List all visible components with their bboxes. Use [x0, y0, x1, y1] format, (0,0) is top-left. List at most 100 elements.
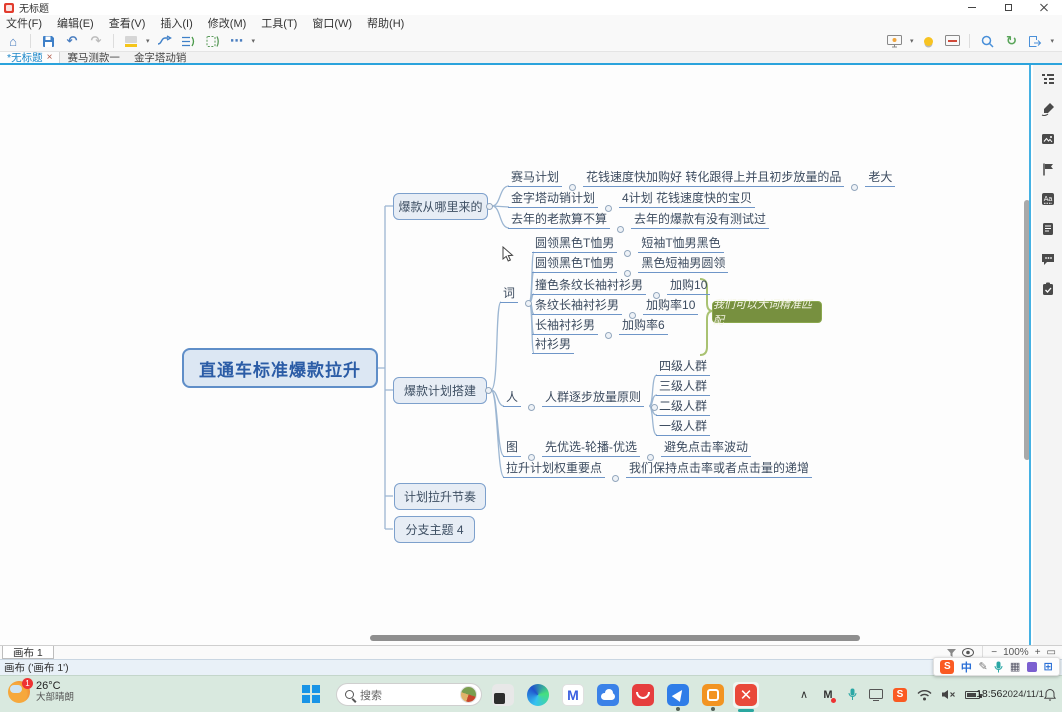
tab-jinzita[interactable]: 金字塔动销 [127, 52, 194, 63]
tray-wifi-icon[interactable] [912, 689, 936, 701]
collapse-dot[interactable] [569, 184, 576, 191]
mind-node[interactable]: 圆领黑色T恤男 [532, 236, 617, 253]
mind-node[interactable]: 去年的爆款有没有测试过 [631, 212, 769, 229]
relationship-icon[interactable] [156, 32, 174, 50]
menu-window[interactable]: 窗口(W) [312, 15, 352, 31]
highlighter-icon[interactable] [122, 32, 140, 50]
collapse-dot[interactable] [528, 404, 535, 411]
highlighter-dropdown-icon[interactable]: ▾ [146, 37, 150, 45]
handwriting-icon[interactable]: ✎ [978, 660, 987, 673]
canvas-tab[interactable]: 画布 1 [2, 646, 54, 659]
collapse-dot[interactable] [485, 387, 492, 394]
tray-ime-m-icon[interactable]: M [816, 689, 840, 701]
tray-screencast-icon[interactable] [864, 689, 888, 701]
export-dropdown-icon[interactable]: ▾ [1050, 37, 1054, 45]
taskbar-app-cloud-drive[interactable] [595, 682, 621, 708]
tray-microphone-icon[interactable] [840, 688, 864, 701]
boundary-icon[interactable] [204, 32, 222, 50]
mind-node[interactable]: 去年的老款算不算 [508, 212, 610, 229]
tray-sogou-icon[interactable]: S [888, 688, 912, 702]
mind-node[interactable]: 4计划 花钱速度快的宝贝 [619, 191, 755, 208]
collapse-dot[interactable] [525, 300, 532, 307]
summary-icon[interactable] [180, 32, 198, 50]
mind-node[interactable]: 撞色条纹长袖衬衫男 [532, 278, 646, 295]
mind-node[interactable]: 避免点击率波动 [661, 440, 751, 457]
taskbar-app-edge[interactable] [525, 682, 551, 708]
export-icon[interactable] [1026, 32, 1044, 50]
mind-node[interactable]: 衬衫男 [532, 337, 574, 354]
taskbar-app-music[interactable] [630, 682, 656, 708]
sogou-logo-icon[interactable]: S [940, 660, 954, 674]
image-icon[interactable] [1040, 131, 1056, 147]
taskbar-search[interactable]: 搜索 [336, 683, 482, 706]
presentation-icon[interactable] [886, 32, 904, 50]
mind-node[interactable]: 加购10 [667, 278, 710, 295]
redo-icon[interactable]: ↷ [87, 32, 105, 50]
menu-edit[interactable]: 编辑(E) [57, 15, 94, 31]
home-icon[interactable]: ⌂ [4, 32, 22, 50]
weather-widget[interactable]: 1 26°C 大部晴朗 [8, 680, 74, 704]
branch-topic-4[interactable]: 分支主题 4 [394, 516, 475, 543]
tab-saima[interactable]: 赛马测款一 [60, 52, 127, 63]
taskbar-clock[interactable]: 18:56 2024/11/1 [984, 688, 1036, 701]
minimize-button[interactable] [954, 0, 990, 15]
tray-chevron-icon[interactable]: ∧ [792, 688, 816, 701]
tab-close-icon[interactable]: × [47, 52, 53, 63]
mind-node[interactable]: 黑色短袖男圆领 [638, 256, 728, 273]
collapse-dot[interactable] [617, 226, 624, 233]
mind-node-word[interactable]: 词 [500, 286, 518, 303]
mind-node[interactable]: 先优选-轮播-优选 [542, 440, 640, 457]
mind-node[interactable]: 一级人群 [656, 419, 710, 436]
mind-node[interactable]: 人群逐步放量原则 [542, 390, 644, 407]
presentation-dropdown-icon[interactable]: ▾ [910, 37, 914, 45]
mind-node[interactable]: 四级人群 [656, 359, 710, 376]
task-icon[interactable] [1040, 281, 1056, 297]
menu-view[interactable]: 查看(V) [109, 15, 146, 31]
mind-node-weight[interactable]: 拉升计划权重要点 [503, 461, 605, 478]
ime-mode-chinese[interactable]: 中 [961, 659, 972, 675]
taskbar-app-desktop[interactable] [490, 682, 516, 708]
mind-node[interactable]: 老大 [865, 170, 895, 187]
notification-bell-icon[interactable] [1038, 688, 1062, 701]
branch-topic-rhythm[interactable]: 计划拉升节奏 [394, 483, 486, 510]
mind-node[interactable]: 长袖衬衫男 [532, 318, 598, 335]
mind-node[interactable]: 圆领黑色T恤男 [532, 256, 617, 273]
vertical-scrollbar[interactable] [1024, 200, 1030, 460]
taskbar-app-recorder[interactable] [700, 682, 726, 708]
comment-icon[interactable] [1040, 251, 1056, 267]
mind-node[interactable]: 金字塔动销计划 [508, 191, 598, 208]
branch-topic-plan-build[interactable]: 爆款计划搭建 [393, 377, 487, 404]
horizontal-scrollbar[interactable] [370, 635, 860, 641]
mindmap-canvas[interactable]: 直通车标准爆款拉升 爆款从哪里来的 爆款计划搭建 计划拉升节奏 分支主题 4 赛… [0, 65, 1031, 645]
mind-node-people[interactable]: 人 [503, 390, 521, 407]
menu-tools[interactable]: 工具(T) [261, 15, 297, 31]
mind-node[interactable]: 我们保持点击率或者点击量的递增 [626, 461, 812, 478]
collapse-dot[interactable] [605, 332, 612, 339]
eye-icon[interactable] [962, 648, 974, 657]
collapse-dot[interactable] [528, 454, 535, 461]
collapse-dot[interactable] [647, 454, 654, 461]
tab-untitled[interactable]: *无标题 × [0, 52, 60, 63]
zoom-search-icon[interactable] [978, 32, 996, 50]
flag-icon[interactable] [1040, 161, 1056, 177]
mind-node[interactable]: 三级人群 [656, 379, 710, 396]
branch-topic-source[interactable]: 爆款从哪里来的 [393, 193, 488, 220]
collapse-dot[interactable] [612, 475, 619, 482]
mind-node[interactable]: 条纹长袖衬衫男 [532, 298, 622, 315]
central-topic[interactable]: 直通车标准爆款拉升 [182, 348, 378, 388]
mind-node[interactable]: 加购率6 [619, 318, 668, 335]
mind-node[interactable]: 短袖T恤男黑色 [638, 236, 723, 253]
more-dropdown-icon[interactable]: ▾ [252, 37, 256, 45]
mind-node[interactable]: 二级人群 [656, 399, 710, 416]
taskbar-app-pointer[interactable] [665, 682, 691, 708]
outline-icon[interactable] [1040, 71, 1056, 87]
undo-icon[interactable]: ↶ [63, 32, 81, 50]
font-icon[interactable]: Aa [1040, 191, 1056, 207]
taskbar-app-xmind-active[interactable]: ✕ [733, 682, 759, 708]
ime-skin-icon[interactable] [1027, 662, 1037, 672]
maximize-button[interactable] [990, 0, 1026, 15]
close-button[interactable] [1026, 0, 1062, 15]
more-tools-icon[interactable]: ⋯ [228, 32, 246, 50]
format-brush-icon[interactable] [1040, 101, 1056, 117]
taskbar-app-mindmaster[interactable]: M [560, 682, 586, 708]
